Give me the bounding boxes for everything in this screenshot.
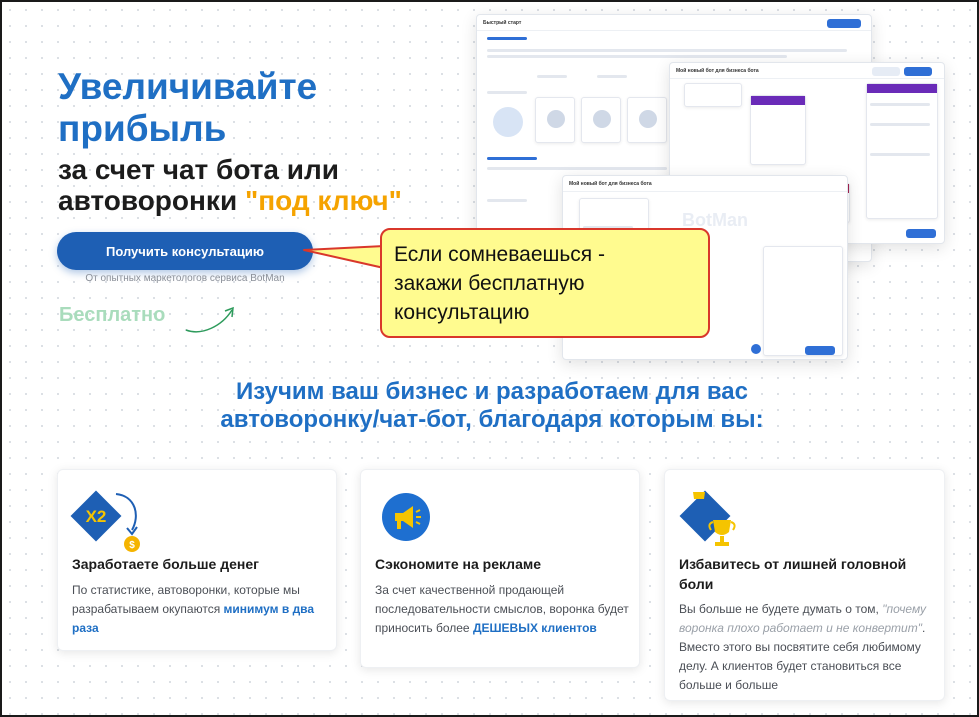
card-ads-title: Сэкономите на рекламе [375,556,542,572]
mockup-avatar [547,110,565,128]
mockup-line [487,167,667,170]
mockup-line [870,103,930,106]
mockup-avatar [593,110,611,128]
hero-title-line2: прибыль [58,108,227,149]
card-headache-title: Избавитесь от лишней головной боли [679,554,934,594]
mockup-line [597,75,627,78]
mockup-quick-start: Быстрый старт [483,19,522,26]
hero-title: Увеличивайте прибыль [58,66,317,150]
section-title-line2: автоворонку/чат-бот, благодаря которым в… [220,406,764,433]
flow-node [750,95,806,165]
callout-line3: консультацию [394,301,530,324]
mockup-apply-button [906,229,936,238]
mockup-tab [872,67,900,76]
page-frame: Увеличивайте прибыль за счет чат бота ил… [0,0,979,717]
free-label: Бесплатно [59,304,166,326]
benefit-card-ads: Сэкономите на рекламе За счет качественн… [360,469,640,668]
mockup-bot-illustration [493,107,523,137]
card-headache-text-a: Вы больше не будете думать о том, [679,602,883,616]
hero-sub-line1: за счет чат бота или [58,154,339,185]
mockup-avatar [639,110,657,128]
benefit-card-headache: Избавитесь от лишней головной боли Вы бо… [664,469,945,701]
consultation-callout: Если сомневаешься - закажи бесплатную ко… [380,228,710,338]
mockup-line [487,157,537,160]
mockup-create-button [827,19,861,28]
hero-sub-line2: автоворонки "под ключ" [58,185,402,216]
get-consultation-button[interactable]: Получить консультацию [57,232,313,270]
mockup-header: Быстрый старт [477,15,871,31]
curved-arrow-icon [185,306,234,333]
mockup-bot-title-2: Мой новый бот для бизнеса бота [569,180,652,187]
callout-tail [303,245,384,269]
card-headache-text: Вы больше не будете думать о том, "почем… [679,600,929,695]
hero-subtitle: за счет чат бота или автоворонки "под кл… [58,154,402,216]
mockup-bot-title-bar-2: Мой новый бот для бизнеса бота [563,176,847,192]
hero-sub-accent: "под ключ" [244,185,402,216]
svg-text:$: $ [129,540,135,551]
mockup-line [487,199,527,202]
section-title-line1: Изучим ваш бизнес и разработаем для вас [236,378,748,405]
mockup-line [487,55,787,58]
mockup-apply-button [805,346,835,355]
megaphone-icon [382,493,430,541]
mockup-add-icon [751,344,761,354]
svg-text:X2: X2 [86,507,107,526]
mockup-bot-title: Мой новый бот для бизнеса бота [676,67,759,74]
mockup-bot-card [581,97,621,143]
mockup-line [487,49,847,52]
flow-side-panel [763,246,843,356]
card-ads-text: За счет качественной продающей последова… [375,581,633,638]
mockup-line [870,153,930,156]
card-headache-title-line2: боли [679,576,714,592]
hero-title-line1: Увеличивайте [58,66,318,107]
trophy-icon [679,490,736,546]
mockup-bot-card [627,97,667,143]
benefit-card-money: X2 $ Заработаете больше денег По статист… [57,469,337,651]
mockup-bot-title-bar: Мой новый бот для бизнеса бота [670,63,944,79]
card-headache-title-line1: Избавитесь от лишней головной [679,556,907,572]
x2-growth-icon: X2 $ [70,490,140,552]
mockup-line [870,123,930,126]
mockup-line [487,37,527,40]
card-money-text: По статистике, автоворонки, которые мы р… [72,581,330,638]
mockup-line [487,91,527,94]
callout-line1: Если сомневаешься - [394,243,605,266]
hero-sub-line2-start: автоворонки [58,185,245,216]
card-money-title: Заработаете больше денег [72,556,259,572]
cta-note: От опытных маркетологов сервиса BotMan [85,273,285,284]
mockup-bot-card [535,97,575,143]
mockup-save-button [904,67,932,76]
mockup-line [537,75,567,78]
card-ads-text-bold: ДЕШЕВЫХ клиентов [472,621,597,635]
section-title: Изучим ваш бизнес и разработаем для вас … [172,378,812,434]
flow-node [684,83,742,107]
callout-line2: закажи бесплатную [394,272,585,295]
